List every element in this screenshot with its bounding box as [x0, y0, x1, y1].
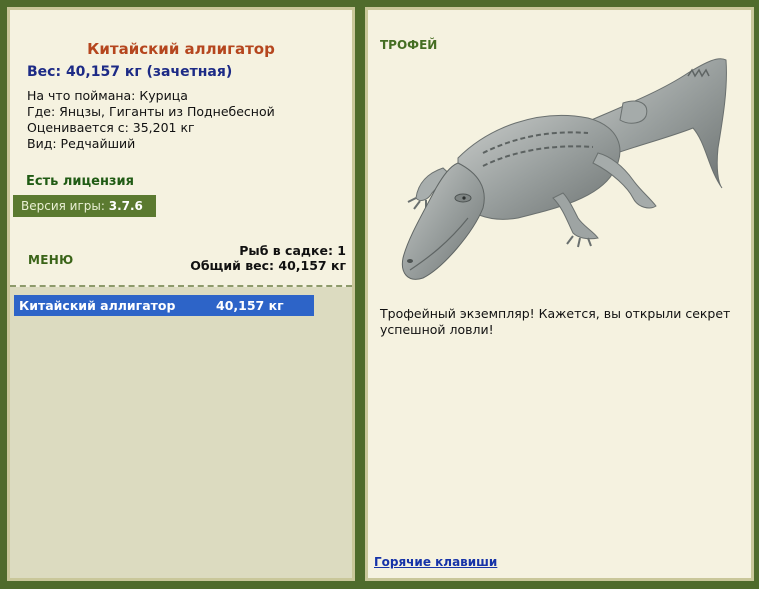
keepnet-stats: Рыб в садке: 1 Общий вес: 40,157 кг [190, 243, 346, 273]
keepnet-list: Китайский аллигатор 40,157 кг [10, 287, 352, 578]
version-value: 3.7.6 [108, 199, 143, 213]
fish-count: Рыб в садке: 1 [239, 243, 346, 258]
fish-title: Китайский аллигатор [87, 40, 275, 58]
trophy-message: Трофейный экземпляр! Кажется, вы открыли… [380, 306, 731, 337]
total-weight: Общий вес: 40,157 кг [190, 258, 346, 273]
version-label: Версия игры: [21, 199, 105, 213]
kind-info: Вид: Редчайший [27, 136, 136, 151]
list-item-name: Китайский аллигатор [19, 298, 176, 313]
menu-button[interactable]: МЕНЮ [28, 253, 73, 267]
list-item[interactable]: Китайский аллигатор 40,157 кг [14, 295, 314, 316]
valued-info: Оценивается с: 35,201 кг [27, 120, 195, 135]
bait-info: На что поймана: Курица [27, 88, 188, 103]
version-bar: Версия игры: 3.7.6 [13, 195, 156, 217]
trophy-panel: ТРОФЕЙ Трофейный экземпляр! Кажется, вы … [365, 7, 754, 581]
fish-weight: Вес: 40,157 кг (зачетная) [27, 64, 233, 80]
license-status: Есть лицензия [26, 174, 134, 189]
fish-info-panel: Китайский аллигатор Вес: 40,157 кг (заче… [7, 7, 355, 581]
list-item-weight: 40,157 кг [216, 298, 284, 313]
location-info: Где: Янцзы, Гиганты из Поднебесной [27, 104, 275, 119]
alligator-image [401, 58, 727, 280]
hotkeys-link[interactable]: Горячие клавиши [374, 555, 497, 569]
